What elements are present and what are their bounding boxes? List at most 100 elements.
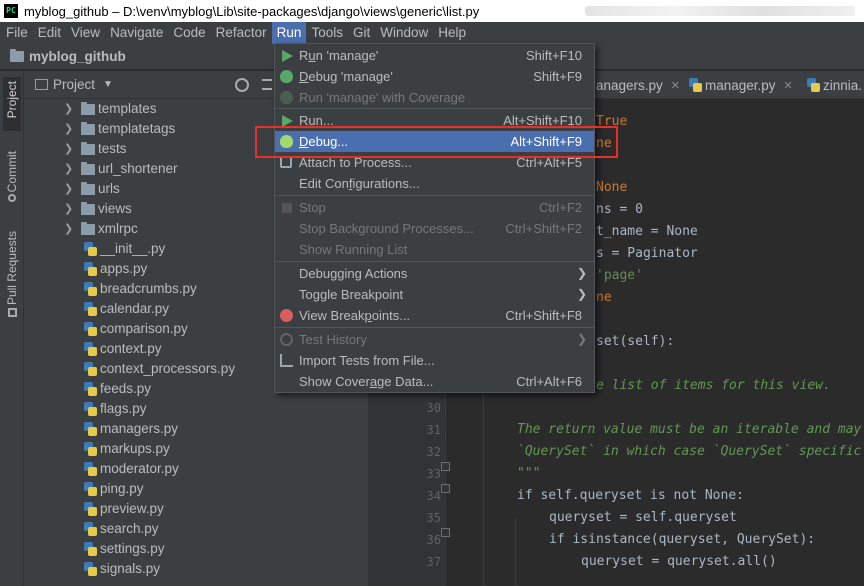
menu-tools[interactable]: Tools (306, 22, 348, 44)
menu-item-shortcut: Alt+Shift+F10 (503, 113, 582, 128)
tree-file-ping-py[interactable]: ping.py (84, 479, 144, 499)
python-file-icon (84, 442, 97, 456)
menu-separator (275, 108, 594, 109)
menu-help[interactable]: Help (433, 22, 471, 44)
tree-file-managers-py[interactable]: managers.py (84, 419, 178, 439)
code-fragment: True (596, 114, 628, 129)
tab-pull-requests[interactable]: Pull Requests (3, 231, 21, 323)
bug-icon (280, 70, 293, 83)
menu-item-edit-configurations[interactable]: Edit Configurations... (275, 173, 594, 194)
menu-item-import-tests-from-file[interactable]: Import Tests from File... (275, 350, 594, 371)
tree-file-markups-py[interactable]: markups.py (84, 439, 170, 459)
tree-file-flags-py[interactable]: flags.py (84, 399, 147, 419)
tree-folder-views[interactable]: ❯ views (64, 199, 132, 219)
fold-marker-icon[interactable] (441, 484, 450, 493)
menu-run[interactable]: Run (271, 22, 307, 44)
tree-file-settings-py[interactable]: settings.py (84, 539, 165, 559)
chevron-right-icon[interactable]: ❯ (64, 219, 74, 239)
tree-folder-tests[interactable]: ❯ tests (64, 139, 127, 159)
tab-project-label: Project (5, 81, 19, 119)
python-file-icon (84, 562, 97, 576)
chevron-right-icon[interactable]: ❯ (64, 99, 74, 119)
python-file-icon (689, 78, 702, 92)
tree-file-calendar-py[interactable]: calendar.py (84, 299, 169, 319)
tab-managers-py[interactable]: anagers.py ✕ (590, 71, 686, 99)
menu-item-debug-manage[interactable]: Debug 'manage' Shift+F9 (275, 66, 594, 87)
tab-project[interactable]: Project (3, 77, 21, 131)
tree-folder-urls[interactable]: ❯ urls (64, 179, 120, 199)
attach-icon (280, 156, 292, 168)
project-view-selector[interactable]: Project (53, 77, 95, 92)
python-file-icon (84, 362, 97, 376)
tree-file-signals-py[interactable]: signals.py (84, 559, 160, 579)
menu-item-view-breakpoints[interactable]: View Breakpoints... Ctrl+Shift+F8 (275, 305, 594, 326)
menu-item-attach-to-process[interactable]: Attach to Process... Ctrl+Alt+F5 (275, 152, 594, 173)
collapse-all-icon[interactable] (262, 79, 272, 90)
close-icon[interactable]: ✕ (671, 79, 680, 92)
breadcrumb-project[interactable]: myblog_github (29, 49, 126, 64)
tree-file-feeds-py[interactable]: feeds.py (84, 379, 151, 399)
close-icon[interactable]: ✕ (784, 79, 793, 92)
code-fragment: set(self): (596, 334, 675, 349)
menu-edit[interactable]: Edit (33, 22, 66, 44)
menu-window[interactable]: Window (375, 22, 433, 44)
tab-managers-py-label: anagers.py (596, 77, 663, 93)
tree-folder-url-shortener[interactable]: ❯ url_shortener (64, 159, 178, 179)
menu-refactor[interactable]: Refactor (211, 22, 272, 44)
tree-file-init-py[interactable]: __init__.py (84, 239, 165, 259)
code-line: if isinstance(queryset, QuerySet): (549, 532, 816, 547)
tree-file-search-py[interactable]: search.py (84, 519, 159, 539)
chevron-right-icon[interactable]: ❯ (64, 139, 74, 159)
tree-file-breadcrumbs-py[interactable]: breadcrumbs.py (84, 279, 197, 299)
menu-navigate[interactable]: Navigate (105, 22, 168, 44)
tree-file-preview-py[interactable]: preview.py (84, 499, 164, 519)
menu-view[interactable]: View (66, 22, 105, 44)
menu-item-label: Attach to Process... (299, 155, 412, 170)
tree-folder-templates[interactable]: ❯ templates (64, 99, 157, 119)
fold-marker-icon[interactable] (441, 528, 450, 537)
menu-item-debugging-actions[interactable]: Debugging Actions ❯ (275, 263, 594, 284)
tree-item-label: calendar.py (100, 301, 170, 316)
tree-file-comparison-py[interactable]: comparison.py (84, 319, 188, 339)
menu-item-run[interactable]: Run... Alt+Shift+F10 (275, 110, 594, 131)
tree-file-moderator-py[interactable]: moderator.py (84, 459, 179, 479)
menu-code[interactable]: Code (168, 22, 210, 44)
tree-item-label: preview.py (100, 501, 164, 516)
locate-file-icon[interactable] (235, 78, 249, 92)
menu-item-shortcut: Ctrl+Shift+F2 (505, 221, 582, 236)
code-fragment: None (596, 180, 628, 195)
commit-icon (8, 194, 16, 203)
menu-item-debug[interactable]: Debug... Alt+Shift+F9 (275, 131, 594, 152)
menu-item-show-coverage-data[interactable]: Show Coverage Data... Ctrl+Alt+F6 (275, 371, 594, 392)
tree-file-apps-py[interactable]: apps.py (84, 259, 147, 279)
chevron-right-icon[interactable]: ❯ (64, 199, 74, 219)
tree-file-context-py[interactable]: context.py (84, 339, 162, 359)
menu-item-test-history: Test History ❯ (275, 329, 594, 350)
chevron-right-icon[interactable]: ❯ (64, 119, 74, 139)
menu-item-toggle-breakpoint[interactable]: Toggle Breakpoint ❯ (275, 284, 594, 305)
tab-manager-py-label: manager.py (705, 77, 776, 93)
tab-zinnia[interactable]: zinnia. (801, 71, 864, 99)
chevron-down-icon[interactable]: ▼ (103, 79, 113, 90)
code-fragment: ne (596, 136, 612, 151)
tree-file-context-processors-py[interactable]: context_processors.py (84, 359, 235, 379)
menu-git[interactable]: Git (348, 22, 375, 44)
menu-item-shortcut: Ctrl+Alt+F5 (516, 155, 582, 170)
tree-folder-xmlrpc[interactable]: ❯ xmlrpc (64, 219, 138, 239)
menu-item-show-running-list: Show Running List (275, 239, 594, 260)
fold-marker-icon[interactable] (441, 462, 450, 471)
menu-file[interactable]: File (1, 22, 33, 44)
chevron-right-icon[interactable]: ❯ (64, 179, 74, 199)
tree-folder-templatetags[interactable]: ❯ templatetags (64, 119, 175, 139)
menu-item-stop-background-processes: Stop Background Processes... Ctrl+Shift+F… (275, 218, 594, 239)
chevron-right-icon[interactable]: ❯ (64, 159, 74, 179)
code-fragment: t_name = None (596, 224, 698, 239)
tree-item-label: context_processors.py (100, 361, 236, 376)
menu-item-label: Debug 'manage' (299, 69, 393, 84)
python-file-icon (84, 302, 97, 316)
tab-manager-py[interactable]: manager.py ✕ (683, 71, 799, 99)
tab-commit[interactable]: Commit (3, 151, 21, 213)
folder-icon (81, 221, 95, 235)
menu-item-run-manage[interactable]: Run 'manage' Shift+F10 (275, 45, 594, 66)
pycharm-app-icon: PC (4, 4, 18, 18)
